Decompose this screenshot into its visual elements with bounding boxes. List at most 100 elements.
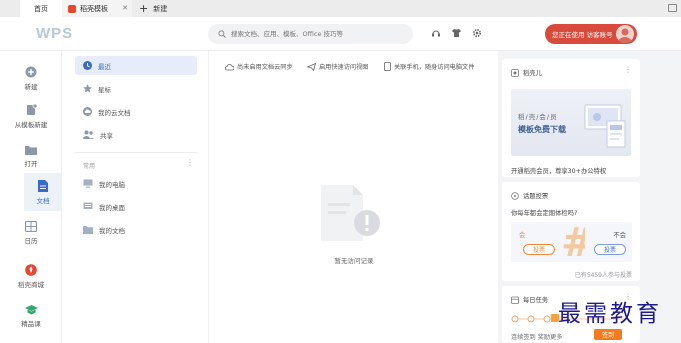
cloud-sync-label: 尚未启用文档云同步 <box>237 64 293 71</box>
sidebar-item-my-computer-label: 我的电脑 <box>99 180 125 189</box>
window-restore-icon[interactable] <box>668 4 677 12</box>
link-phone-link[interactable]: 关联手机，随身访问电脑文件 <box>384 62 474 71</box>
nav-courses-label: 精品课 <box>21 320 41 328</box>
cloud-icon <box>83 107 92 116</box>
promo-card-title: 稻壳儿 <box>511 68 542 77</box>
sidebar-item-shared[interactable]: 共享 <box>75 125 197 144</box>
plus-icon: + <box>139 2 149 15</box>
sidebar-item-my-documents[interactable]: 我的文档 <box>75 220 197 239</box>
vote-options: # 会 不会 投票 投票 <box>511 222 632 262</box>
task-description: 连续签到 奖励更多 <box>511 334 563 341</box>
document-sidebar: 最近 星标 我的云文档 共享 常用 ⋮ 我的电脑 我的桌面 我的文档 <box>62 51 209 343</box>
tab-bar: 首页 稻壳模板 ✕ + 新建 <box>0 0 681 17</box>
nav-new[interactable]: 新建 <box>0 59 62 97</box>
login-label: 您正在使用 访客账号 <box>552 31 613 39</box>
cloud-sync-icon <box>225 63 234 71</box>
more-icon[interactable]: ⋮ <box>186 158 194 167</box>
wps-logo-text: WPS <box>36 25 73 41</box>
vote-option-yes: 会 <box>519 232 526 239</box>
sidebar-item-my-computer[interactable]: 我的电脑 <box>75 174 197 193</box>
sidebar-item-cloud-docs-label: 我的云文档 <box>98 108 131 117</box>
headset-icon[interactable] <box>431 28 441 38</box>
nav-new-label: 新建 <box>24 82 38 91</box>
course-icon <box>24 304 38 315</box>
nav-documents-label: 文档 <box>36 196 50 205</box>
sidebar-item-recent-label: 最近 <box>98 62 111 71</box>
vote-no-button[interactable]: 投票 <box>594 244 626 255</box>
calendar-icon <box>511 296 519 304</box>
calendar-icon <box>25 220 37 232</box>
nav-from-template[interactable]: 从模板新建 <box>0 97 62 135</box>
promo-illustration <box>584 104 626 148</box>
promo-banner-main: 模板免费下载 <box>518 125 566 134</box>
nav-docer-shop[interactable]: 稻壳商城 <box>0 257 62 295</box>
nav-open[interactable]: 打开 <box>0 137 62 175</box>
vote-option-no: 不会 <box>613 232 626 239</box>
quick-access-label: 启用快速访问视图 <box>319 64 369 71</box>
watermark-text: 最需教育 <box>558 301 662 327</box>
docer-icon <box>511 68 519 77</box>
left-nav: 新建 从模板新建 打开 文档 日历 稻壳商城 精品课 <box>0 51 62 343</box>
sidebar-item-starred-label: 星标 <box>98 85 111 94</box>
vote-card-title: 话题投票 <box>511 191 548 200</box>
nav-documents[interactable]: 文档 <box>24 173 62 211</box>
computer-icon <box>83 179 93 188</box>
quick-access-link[interactable]: 启用快速访问视图 <box>307 62 369 71</box>
desktop-icon <box>83 202 93 211</box>
search-box[interactable] <box>208 24 413 44</box>
tab-home[interactable]: 首页 <box>20 0 62 17</box>
sidebar-item-cloud-docs[interactable]: 我的云文档 <box>75 102 197 121</box>
nav-courses[interactable]: 精品课 <box>0 297 62 335</box>
topic-vote-card: 话题投票 你每年都会定期体检吗? # 会 不会 投票 投票 已有5459人参与投… <box>502 182 640 281</box>
folder-icon <box>25 145 37 155</box>
sidebar-item-my-documents-label: 我的文档 <box>99 226 125 235</box>
sidebar-item-recent[interactable]: 最近 <box>75 56 197 75</box>
docer-logo-icon <box>68 4 76 13</box>
star-icon <box>83 84 92 93</box>
promo-banner[interactable]: 稻/壳/会/员 模板免费下载 <box>511 89 631 156</box>
vote-question: 你每年都会定期体检吗? <box>511 210 578 217</box>
login-button[interactable]: 您正在使用 访客账号 <box>545 24 637 44</box>
tasks-card-title: 每日任务 <box>511 295 548 304</box>
tab-home-label: 首页 <box>34 4 48 13</box>
more-icon[interactable]: ⋮ <box>624 65 632 74</box>
promo-title-label: 稻壳儿 <box>523 70 542 77</box>
close-tab-icon[interactable]: ✕ <box>122 4 128 12</box>
nav-docer-shop-label: 稻壳商城 <box>18 280 44 289</box>
nav-calendar[interactable]: 日历 <box>0 213 62 251</box>
phone-icon <box>384 62 391 71</box>
tasks-title-label: 每日任务 <box>523 297 549 304</box>
sidebar-item-my-desktop[interactable]: 我的桌面 <box>75 197 197 216</box>
shirt-icon[interactable] <box>451 28 462 38</box>
tab-new[interactable]: + 新建 <box>137 0 167 17</box>
gear-icon[interactable] <box>472 28 482 38</box>
clock-icon <box>83 61 92 70</box>
tab-new-label: 新建 <box>153 4 168 13</box>
share-icon <box>83 130 94 139</box>
vote-hash-decoration: # <box>561 222 585 262</box>
main-content: 尚未启用文档云同步 启用快速访问视图 关联手机，随身访问电脑文件 暂无访问记录 <box>209 51 498 343</box>
sidebar-item-starred[interactable]: 星标 <box>75 79 197 98</box>
plus-circle-icon <box>25 66 37 78</box>
cloud-sync-link[interactable]: 尚未启用文档云同步 <box>225 62 293 71</box>
template-icon <box>26 103 37 116</box>
tab-docer-templates[interactable]: 稻壳模板 ✕ <box>62 0 132 17</box>
tab-docer-label: 稻壳模板 <box>80 4 108 13</box>
empty-state-illustration <box>319 183 391 247</box>
sidebar-divider <box>75 152 197 153</box>
search-input[interactable] <box>231 30 406 38</box>
sidebar-section-common: 常用 <box>83 163 96 170</box>
promo-banner-sub: 稻/壳/会/员 <box>518 113 558 121</box>
nav-open-label: 打开 <box>24 159 38 168</box>
vote-yes-button[interactable]: 投票 <box>523 244 555 255</box>
send-icon <box>307 62 316 71</box>
header: WPS 您正在使用 访客账号 <box>0 17 681 51</box>
docer-promo-card: 稻壳儿 ⋮ 稻/壳/会/员 模板免费下载 开通稻壳会员，尊享30+办公特权 <box>502 59 640 177</box>
svg-text:#: # <box>561 222 585 262</box>
vote-icon <box>511 191 519 200</box>
promo-description: 开通稻壳会员，尊享30+办公特权 <box>511 168 607 175</box>
link-phone-label: 关联手机，随身访问电脑文件 <box>394 64 475 71</box>
avatar[interactable] <box>616 25 634 43</box>
vote-count: 已有5459人参与投票 <box>574 272 632 279</box>
nav-calendar-label: 日历 <box>24 236 38 245</box>
